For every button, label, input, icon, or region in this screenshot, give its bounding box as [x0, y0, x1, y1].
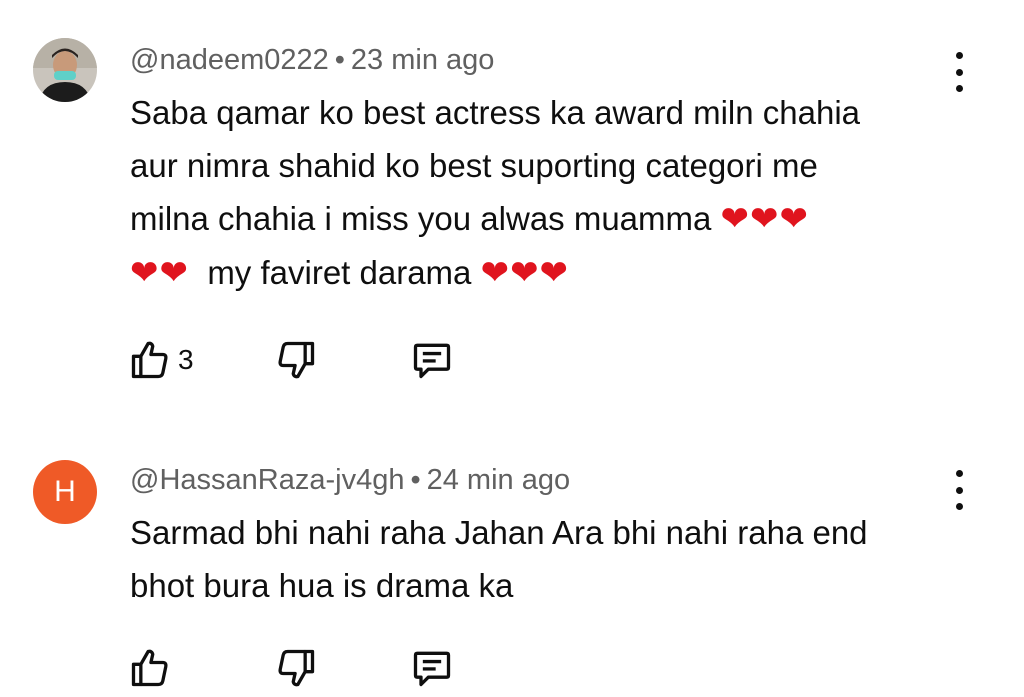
- comment-actions: 3: [128, 338, 468, 388]
- dislike-button[interactable]: [274, 646, 318, 690]
- comment-line: Saba qamar ko best actress ka award miln…: [130, 94, 861, 131]
- reply-button[interactable]: [410, 646, 454, 690]
- comment-author[interactable]: @nadeem0222: [130, 44, 329, 76]
- comment-line: ❤❤ my faviret darama ❤❤❤: [130, 246, 960, 300]
- heart-emoji: ❤❤: [130, 253, 189, 293]
- more-dot: [955, 68, 963, 76]
- avatar[interactable]: [33, 38, 97, 102]
- more-options-button[interactable]: [942, 470, 976, 510]
- avatar[interactable]: H: [33, 460, 97, 524]
- like-button[interactable]: [128, 646, 172, 690]
- comment-item: H @HassanRaza-jv4gh • 24 min ago Sarmad bh…: [0, 420, 1024, 697]
- more-dot: [955, 52, 963, 59]
- more-dot: [955, 486, 963, 494]
- comment-line: Sarmad bhi nahi raha Jahan Ara bhi nahi …: [130, 514, 868, 551]
- dislike-button[interactable]: [274, 338, 318, 382]
- reply-icon: [413, 343, 451, 379]
- comment-actions: [128, 646, 468, 696]
- comment-text-segment: my faviret darama: [188, 254, 481, 291]
- comment-header: @nadeem0222 • 23 min ago: [130, 44, 494, 77]
- header-separator: •: [334, 44, 345, 76]
- comment-line: bhot bura hua is drama ka: [130, 567, 514, 604]
- like-count: 3: [178, 344, 194, 375]
- thumbs-up-icon: [131, 341, 168, 379]
- comment-text-segment: milna chahia i miss you alwas muamma: [130, 200, 721, 237]
- comment-item: @nadeem0222 • 23 min ago Saba qamar ko bes…: [0, 0, 1024, 400]
- comment-time[interactable]: 23 min ago: [351, 44, 495, 76]
- more-dot: [955, 470, 963, 477]
- comment-line: milna chahia i miss you alwas muamma ❤❤❤: [130, 192, 960, 246]
- reply-icon: [413, 651, 451, 687]
- comment-time[interactable]: 24 min ago: [427, 464, 571, 496]
- avatar-photo-icon: [33, 38, 97, 102]
- avatar-letter: H: [54, 475, 76, 508]
- thumbs-down-icon: [278, 649, 315, 687]
- thumbs-up-icon: [131, 649, 168, 687]
- comment-body: Sarmad bhi nahi raha Jahan Ara bhi nahi …: [130, 506, 960, 612]
- thumbs-down-icon: [278, 341, 315, 379]
- comment-body: Saba qamar ko best actress ka award miln…: [130, 86, 960, 300]
- comment-line: aur nimra shahid ko best suporting categ…: [130, 147, 818, 184]
- comment-header: @HassanRaza-jv4gh • 24 min ago: [130, 464, 570, 497]
- like-button[interactable]: 3: [128, 338, 194, 382]
- reply-button[interactable]: [410, 338, 454, 382]
- heart-emoji: ❤❤❤: [480, 253, 570, 293]
- heart-emoji: ❤❤❤: [720, 199, 810, 239]
- header-separator: •: [410, 464, 421, 496]
- comment-author[interactable]: @HassanRaza-jv4gh: [130, 464, 404, 496]
